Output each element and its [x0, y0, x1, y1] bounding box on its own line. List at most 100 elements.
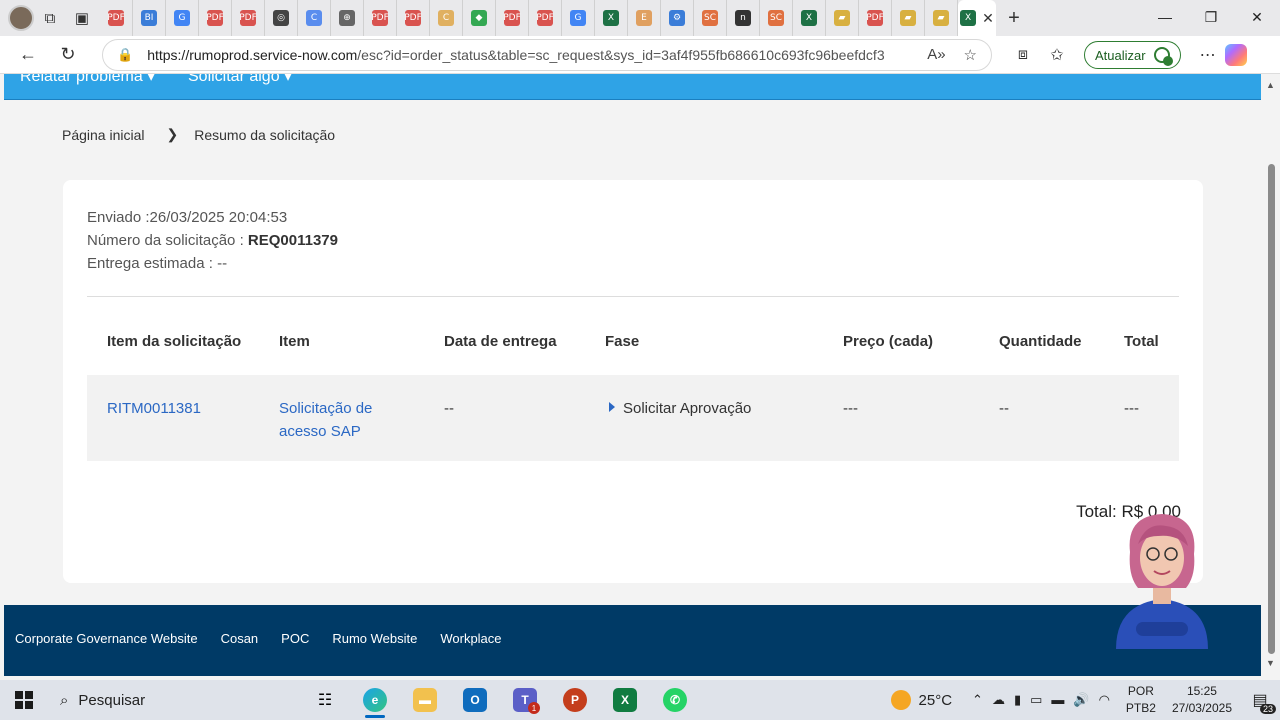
breadcrumb-home[interactable]: Página inicial	[62, 127, 145, 143]
tab-favicon-icon: X	[603, 10, 619, 26]
volume-icon[interactable]: 🔊	[1073, 692, 1089, 708]
scroll-up-icon[interactable]: ▲	[1266, 80, 1275, 90]
header-delivery-date: Data de entrega	[444, 333, 557, 350]
browser-tab[interactable]: SC	[760, 0, 793, 36]
close-window-button[interactable]: ✕	[1234, 0, 1280, 34]
teams-icon[interactable]: T1	[500, 680, 550, 720]
browser-tab[interactable]: ◆	[463, 0, 496, 36]
update-button[interactable]: Atualizar	[1084, 41, 1181, 69]
edge-app-icon[interactable]: e	[350, 680, 400, 720]
browser-tab[interactable]: E	[628, 0, 661, 36]
browser-tab[interactable]: X	[793, 0, 826, 36]
search-icon: ⌕	[60, 691, 69, 709]
browser-tab[interactable]: ▰	[826, 0, 859, 36]
favorites-icon[interactable]: ✩	[1040, 45, 1074, 65]
tab-favicon-icon: X	[801, 10, 817, 26]
number-line: Número da solicitação : REQ0011379	[87, 232, 338, 249]
workspaces-icon[interactable]: ⧉	[34, 2, 66, 34]
header-total: Total	[1124, 333, 1159, 350]
tab-favicon-icon: PDF	[206, 10, 224, 26]
divider	[87, 296, 1179, 297]
search-label: Pesquisar	[78, 691, 146, 709]
tab-favicon-icon: PDF	[107, 10, 125, 26]
start-button[interactable]	[0, 680, 48, 720]
browser-tab[interactable]: ⚙	[661, 0, 694, 36]
browser-tab[interactable]: PDF	[100, 0, 133, 36]
browser-tab[interactable]: PDF	[232, 0, 265, 36]
browser-tab[interactable]: SC	[694, 0, 727, 36]
browser-tab[interactable]: ▰	[925, 0, 958, 36]
clock[interactable]: 15:25 27/03/2025	[1172, 683, 1232, 717]
back-icon[interactable]: ←	[8, 38, 48, 72]
browser-tab[interactable]: ⊕	[331, 0, 364, 36]
more-options-icon[interactable]: ⋯	[1191, 45, 1225, 65]
weather-widget[interactable]: 25°C	[890, 690, 952, 710]
footer-link-poc[interactable]: POC	[281, 631, 309, 646]
browser-tab[interactable]: PDF	[496, 0, 529, 36]
footer-link-governance[interactable]: Corporate Governance Website	[15, 631, 198, 646]
browser-tab[interactable]: PDF	[364, 0, 397, 36]
taskbar-search[interactable]: ⌕ Pesquisar	[48, 680, 310, 720]
browser-tab[interactable]: G	[166, 0, 199, 36]
nav-request-something[interactable]: Solicitar algo ▾	[188, 74, 292, 86]
extensions-icon[interactable]: ⧈	[1006, 46, 1040, 64]
notification-icon[interactable]: ▤ 23	[1246, 686, 1276, 714]
lock-icon[interactable]: 🔒	[117, 47, 133, 63]
item-link[interactable]: Solicitação de acesso SAP	[279, 397, 372, 443]
ritm-link[interactable]: RITM0011381	[107, 397, 201, 420]
file-explorer-icon[interactable]: ▬	[400, 680, 450, 720]
page-scrollbar[interactable]: ▲ ▼	[1262, 74, 1280, 680]
read-aloud-icon[interactable]: A»	[927, 46, 945, 64]
minimize-button[interactable]: —	[1142, 0, 1188, 34]
footer-link-rumo[interactable]: Rumo Website	[332, 631, 417, 646]
chevron-right-icon: ❯	[166, 126, 179, 142]
language-indicator[interactable]: POR PTB2	[1126, 683, 1156, 717]
refresh-icon[interactable]: ↻	[48, 38, 88, 72]
tab-actions-icon[interactable]: ▣	[66, 2, 98, 34]
copilot-icon[interactable]	[1224, 44, 1247, 66]
stage-toggle[interactable]: Solicitar Aprovação	[609, 397, 751, 420]
browser-tab[interactable]: ◎	[265, 0, 298, 36]
excel-icon[interactable]: X	[600, 680, 650, 720]
scroll-down-icon[interactable]: ▼	[1266, 658, 1275, 668]
tab-favicon-icon: ◎	[273, 10, 289, 26]
display-icon[interactable]: ▭	[1030, 692, 1042, 708]
favorite-star-icon[interactable]: ☆	[964, 46, 977, 64]
whatsapp-icon[interactable]: ✆	[650, 680, 700, 720]
address-bar[interactable]: 🔒 https://rumoprod.service-now.com/esc?i…	[102, 39, 992, 71]
scrollbar-thumb[interactable]	[1268, 164, 1275, 654]
wifi-icon[interactable]: ◠	[1099, 692, 1110, 708]
outlook-icon[interactable]: O	[450, 680, 500, 720]
browser-tab[interactable]: n	[727, 0, 760, 36]
browser-tab[interactable]: ▰	[892, 0, 925, 36]
chevron-up-icon[interactable]: ⌃	[972, 692, 983, 708]
browser-tab[interactable]: X	[595, 0, 628, 36]
footer-link-cosan[interactable]: Cosan	[221, 631, 259, 646]
battery-icon[interactable]: ▬	[1051, 692, 1064, 708]
new-tab-button[interactable]: +	[996, 0, 1032, 36]
browser-tab[interactable]: G	[562, 0, 595, 36]
browser-tab[interactable]: PDF	[529, 0, 562, 36]
browser-tab[interactable]: C	[430, 0, 463, 36]
profile-avatar[interactable]	[8, 5, 34, 31]
restore-button[interactable]: ❐	[1188, 0, 1234, 34]
window-controls: — ❐ ✕	[1142, 0, 1280, 34]
browser-tab[interactable]: C	[298, 0, 331, 36]
virtual-assistant-avatar[interactable]	[1106, 504, 1218, 649]
tab-favicon-icon: G	[570, 10, 586, 26]
tab-close-icon[interactable]: ✕	[982, 10, 994, 27]
browser-tab[interactable]: X ✕	[958, 0, 996, 36]
onedrive-icon[interactable]: ☁	[992, 692, 1005, 708]
powerpoint-icon[interactable]: P	[550, 680, 600, 720]
browser-tab[interactable]: BI	[133, 0, 166, 36]
tab-favicon-icon: ◆	[471, 10, 487, 26]
tab-favicon-icon: X	[960, 10, 977, 26]
tab-favicon-icon: PDF	[404, 10, 422, 26]
browser-tab[interactable]: PDF	[859, 0, 892, 36]
task-view-icon[interactable]: ☷	[300, 680, 350, 720]
footer-link-workplace[interactable]: Workplace	[440, 631, 501, 646]
browser-tab[interactable]: PDF	[397, 0, 430, 36]
nav-report-problem[interactable]: Relatar problema ▾	[20, 74, 155, 86]
usb-icon[interactable]: ▮	[1014, 692, 1021, 708]
browser-tab[interactable]: PDF	[199, 0, 232, 36]
